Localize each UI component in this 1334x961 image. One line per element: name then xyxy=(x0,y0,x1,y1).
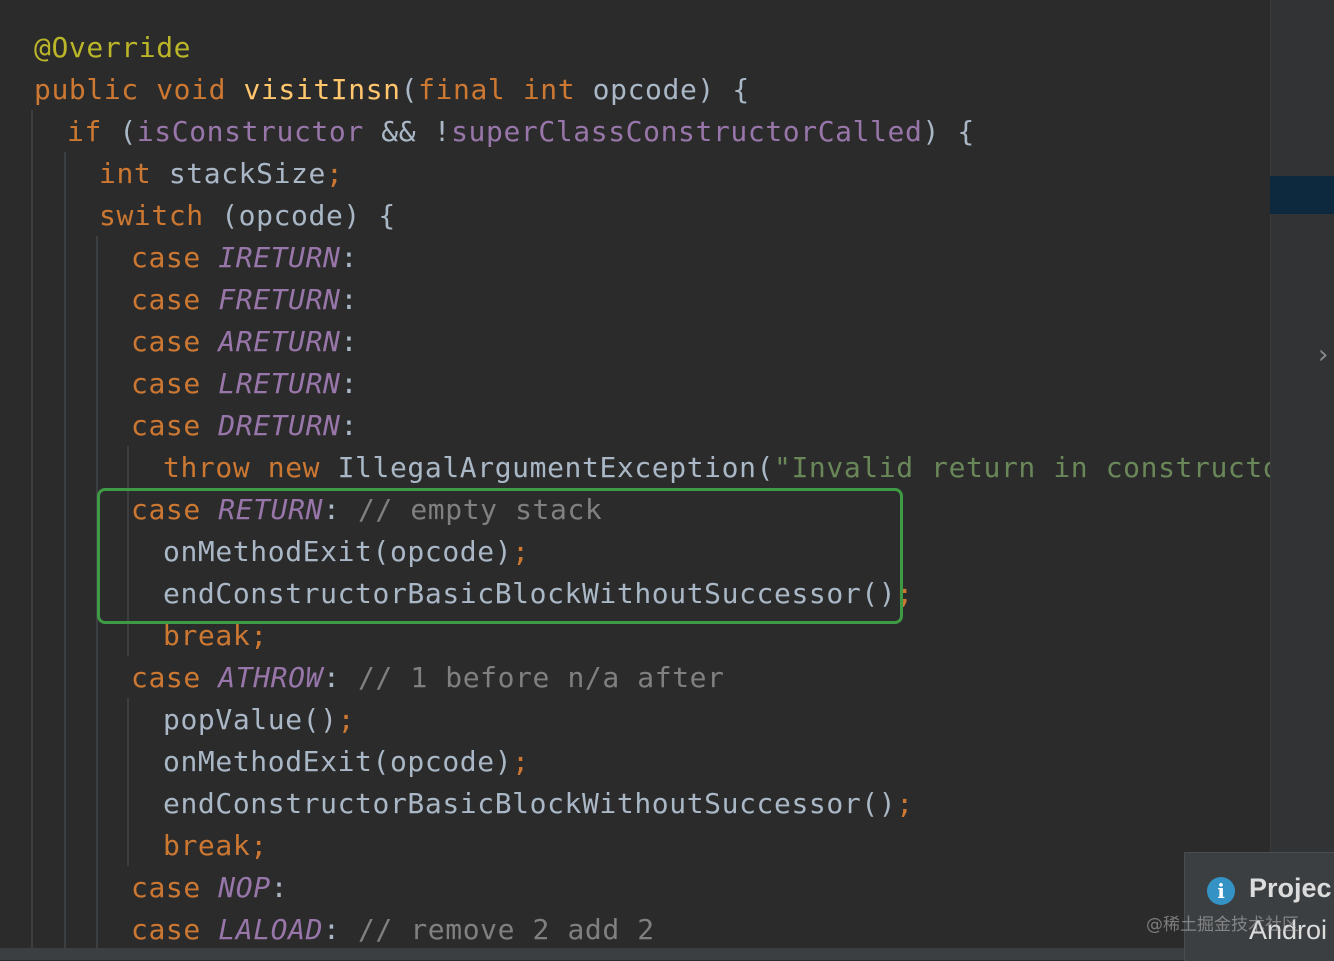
code-token: : xyxy=(323,661,358,694)
code-token: DRETURN xyxy=(218,409,341,442)
code-line[interactable]: int stackSize; xyxy=(99,153,343,195)
code-token: switch xyxy=(99,199,222,232)
code-line[interactable]: case ARETURN: xyxy=(131,321,358,363)
code-token: endConstructorBasicBlockWithoutSuccessor… xyxy=(163,787,897,820)
highlight-box xyxy=(97,488,903,624)
code-line[interactable]: endConstructorBasicBlockWithoutSuccessor… xyxy=(163,783,914,825)
code-token: case xyxy=(131,283,219,316)
code-token: ; xyxy=(896,787,914,820)
code-token: : xyxy=(340,325,358,358)
code-token: LALOAD xyxy=(218,913,324,946)
code-token: stackSize xyxy=(168,157,326,190)
code-line[interactable]: case ATHROW: // 1 before n/a after xyxy=(131,657,725,699)
code-token: throw new xyxy=(163,451,338,484)
code-token: (opcode) { xyxy=(221,199,396,232)
code-token: case xyxy=(131,367,219,400)
code-token: : xyxy=(340,241,358,274)
info-icon: i xyxy=(1207,877,1235,905)
code-token: ) { xyxy=(922,115,975,148)
code-token: "Invalid return in constructor" xyxy=(774,451,1270,484)
code-line[interactable]: @Override xyxy=(34,27,191,69)
code-token: int xyxy=(99,157,169,190)
code-token: LRETURN xyxy=(218,367,341,400)
code-token: ; xyxy=(337,703,356,736)
chevron-right-icon[interactable]: › xyxy=(1318,340,1334,370)
code-token: @Override xyxy=(34,31,192,64)
code-token: ; xyxy=(325,157,344,190)
gutter-divider xyxy=(1270,0,1271,948)
code-token: opcode) { xyxy=(592,73,750,106)
code-token: break; xyxy=(163,829,268,862)
code-token: ( xyxy=(119,115,137,148)
code-token: case xyxy=(131,871,219,904)
code-line[interactable]: switch (opcode) { xyxy=(99,195,396,237)
status-bar xyxy=(0,948,1334,960)
indent-guide xyxy=(64,152,66,948)
code-line[interactable]: break; xyxy=(163,825,268,867)
code-token: visitInsn xyxy=(243,73,401,106)
code-token: case xyxy=(131,325,219,358)
code-line[interactable]: popValue(); xyxy=(163,699,355,741)
code-token: if xyxy=(67,115,120,148)
code-token: popValue() xyxy=(163,703,338,736)
gutter-marker[interactable] xyxy=(1270,176,1334,214)
code-token: : xyxy=(270,871,289,904)
code-line[interactable]: public void visitInsn(final int opcode) … xyxy=(34,69,750,111)
notification-popup[interactable]: i Projec Androi xyxy=(1184,852,1334,961)
code-token: ATHROW xyxy=(218,661,324,694)
code-token: // remove 2 add 2 xyxy=(357,913,655,946)
code-token: ARETURN xyxy=(218,325,341,358)
code-token: case xyxy=(131,241,219,274)
code-line[interactable]: if (isConstructor && !superClassConstruc… xyxy=(67,111,975,153)
code-token: isConstructor xyxy=(136,115,382,148)
code-token: : xyxy=(340,283,358,316)
indent-guide xyxy=(31,110,33,948)
notification-title[interactable]: Projec xyxy=(1249,873,1332,904)
code-token: superClassConstructorCalled xyxy=(451,115,923,148)
editor-right-gutter[interactable] xyxy=(1270,0,1334,948)
code-token: NOP xyxy=(218,871,271,904)
code-token: IllegalArgumentException( xyxy=(337,451,775,484)
code-line[interactable]: throw new IllegalArgumentException("Inva… xyxy=(163,447,1270,489)
code-token: : xyxy=(340,409,358,442)
watermark: @稀土掘金技术社区 xyxy=(1146,915,1299,935)
code-line[interactable]: case FRETURN: xyxy=(131,279,358,321)
code-token: // 1 before n/a after xyxy=(357,661,725,694)
code-token: public void xyxy=(34,73,244,106)
code-token: : xyxy=(323,913,358,946)
code-token: onMethodExit(opcode) xyxy=(163,745,513,778)
code-line[interactable]: case LALOAD: // remove 2 add 2 xyxy=(131,909,655,948)
code-token: IRETURN xyxy=(218,241,341,274)
code-token: FRETURN xyxy=(218,283,341,316)
code-token: case xyxy=(131,661,219,694)
code-line[interactable]: case LRETURN: xyxy=(131,363,358,405)
code-line[interactable]: case DRETURN: xyxy=(131,405,358,447)
code-line[interactable]: case NOP: xyxy=(131,867,288,909)
code-line[interactable]: onMethodExit(opcode); xyxy=(163,741,530,783)
code-token: case xyxy=(131,913,219,946)
code-token: && ! xyxy=(381,115,452,148)
code-token: : xyxy=(340,367,358,400)
code-token: final int xyxy=(418,73,593,106)
code-token: case xyxy=(131,409,219,442)
code-editor[interactable]: @Override public void visitInsn(final int… xyxy=(0,0,1270,948)
code-line[interactable]: case IRETURN: xyxy=(131,237,358,279)
code-token: ( xyxy=(400,73,419,106)
code-token: ; xyxy=(512,745,530,778)
indent-guide xyxy=(127,698,129,866)
